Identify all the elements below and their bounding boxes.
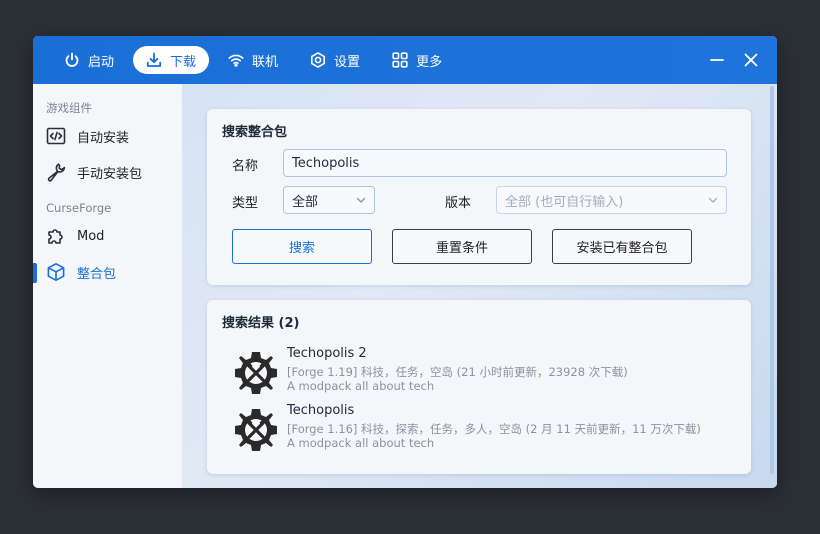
result-meta: [Forge 1.16] 科技，探索，任务，多人，空岛 (2 月 11 天前更新…	[287, 422, 701, 436]
nav-more-label: 更多	[416, 54, 443, 70]
download-icon	[146, 52, 162, 68]
nav-multiplayer-label: 联机	[252, 54, 279, 70]
grid-icon	[392, 52, 408, 68]
results-card: 搜索结果 (2) Techopolis 2 [Forge 1.19] 科技，任务…	[207, 300, 751, 474]
type-select[interactable]: 全部	[283, 186, 375, 214]
nav-more[interactable]: 更多	[379, 46, 455, 74]
puzzle-icon	[46, 226, 66, 246]
result-name: Techopolis 2	[287, 346, 367, 361]
sidebar-item-label: 整合包	[77, 266, 117, 282]
sidebar-item-mod[interactable]: Mod	[33, 218, 182, 254]
nav-launch-label: 启动	[88, 54, 115, 70]
sidebar-item-manual-install[interactable]: 手动安装包	[33, 154, 182, 190]
code-icon	[46, 126, 66, 146]
nav-multiplayer[interactable]: 联机	[215, 46, 291, 74]
box-icon	[46, 262, 66, 282]
list-item[interactable]: Techopolis 2 [Forge 1.19] 科技，任务，空岛 (21 小…	[232, 346, 732, 396]
result-meta: [Forge 1.19] 科技，任务，空岛 (21 小时前更新，23928 次下…	[287, 365, 628, 379]
name-input[interactable]: Techopolis	[283, 149, 727, 177]
type-select-value: 全部	[292, 194, 319, 210]
sidebar-item-label: 自动安装	[77, 130, 130, 146]
modpack-gear-icon	[235, 409, 277, 451]
chevron-down-icon	[356, 197, 366, 203]
search-card-title: 搜索整合包	[222, 125, 288, 140]
nav-launch[interactable]: 启动	[51, 46, 127, 74]
launcher-window: 启动 下载 联机 设置 更多 游戏组件 自动安装 手动安装包 CurseForg…	[33, 36, 777, 488]
sidebar-section-game-components: 游戏组件	[46, 101, 92, 115]
result-description: A modpack all about tech	[287, 436, 435, 450]
close-button[interactable]	[741, 50, 761, 70]
version-combobox[interactable]: 全部 (也可自行输入)	[496, 186, 727, 214]
scrollbar[interactable]	[770, 86, 774, 474]
sidebar-item-label: Mod	[77, 228, 105, 244]
wrench-icon	[46, 162, 66, 182]
name-label: 名称	[232, 159, 259, 174]
chevron-down-icon	[708, 197, 718, 203]
power-icon	[64, 52, 80, 68]
nav-download[interactable]: 下载	[133, 46, 210, 74]
sidebar-item-auto-install[interactable]: 自动安装	[33, 118, 182, 154]
sidebar-item-modpack[interactable]: 整合包	[33, 254, 182, 290]
title-bar: 启动 下载 联机 设置 更多	[33, 36, 777, 84]
sidebar-item-label: 手动安装包	[77, 166, 143, 182]
type-label: 类型	[232, 196, 259, 211]
sidebar-section-curseforge: CurseForge	[46, 201, 112, 215]
wifi-icon	[228, 52, 244, 68]
nav-settings[interactable]: 设置	[297, 46, 373, 74]
nav-settings-label: 设置	[334, 54, 361, 70]
gear-icon	[310, 52, 326, 68]
sidebar: 游戏组件 自动安装 手动安装包 CurseForge Mod 整合包	[33, 84, 182, 488]
results-title: 搜索结果 (2)	[222, 316, 300, 331]
install-existing-button[interactable]: 安装已有整合包	[552, 229, 692, 264]
list-item[interactable]: Techopolis [Forge 1.16] 科技，探索，任务，多人，空岛 (…	[232, 403, 732, 453]
reset-button[interactable]: 重置条件	[392, 229, 532, 264]
minimize-icon	[710, 59, 724, 61]
result-description: A modpack all about tech	[287, 379, 435, 393]
result-name: Techopolis	[287, 403, 355, 418]
search-card: 搜索整合包 名称 Techopolis 类型 全部 版本 全部 (也可自行输入)…	[207, 109, 751, 285]
main-content: 搜索整合包 名称 Techopolis 类型 全部 版本 全部 (也可自行输入)…	[182, 84, 777, 488]
version-placeholder: 全部 (也可自行输入)	[505, 194, 624, 210]
minimize-button[interactable]	[707, 50, 727, 70]
close-icon	[744, 53, 758, 67]
version-label: 版本	[445, 196, 472, 211]
search-button[interactable]: 搜索	[232, 229, 372, 264]
nav-download-label: 下载	[170, 54, 197, 70]
modpack-gear-icon	[235, 352, 277, 394]
